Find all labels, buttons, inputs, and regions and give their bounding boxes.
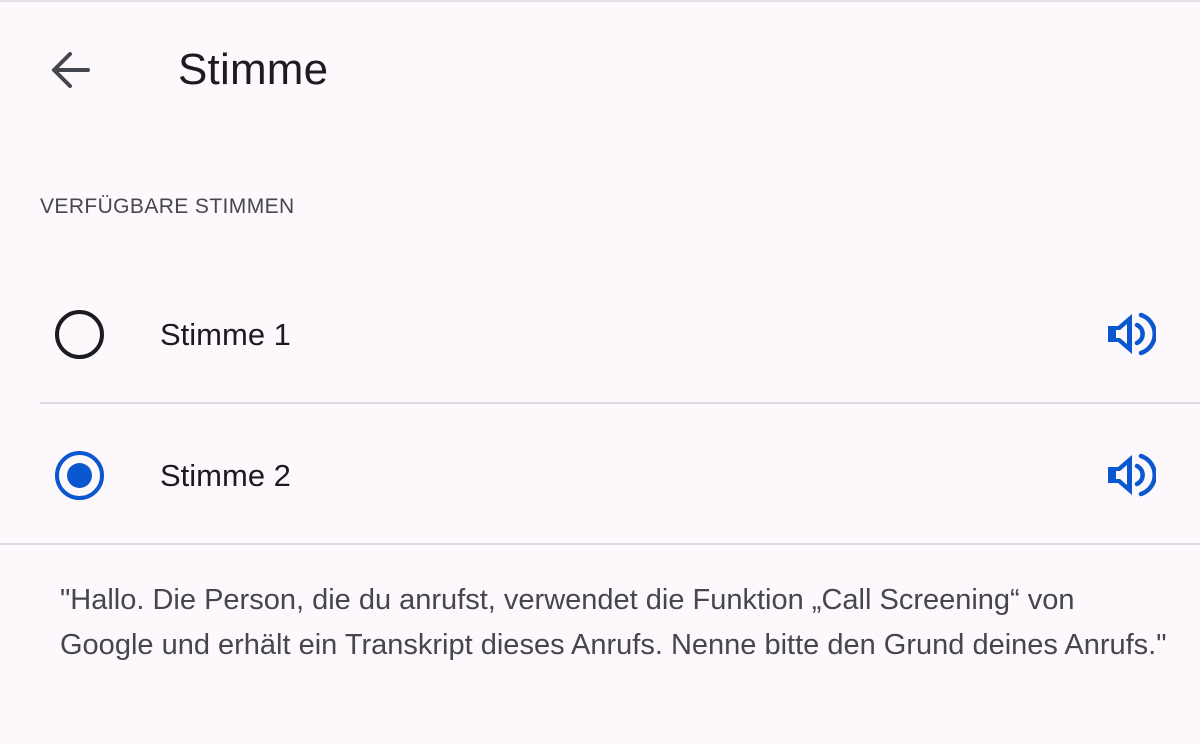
voice-option-1[interactable]: Stimme 1 [0, 264, 1200, 404]
volume-up-icon [1108, 453, 1156, 497]
divider [0, 543, 1200, 545]
radio-button-unselected[interactable] [55, 310, 104, 359]
volume-up-icon [1108, 312, 1156, 356]
arrow-back-icon [52, 52, 90, 88]
page-title: Stimme [178, 45, 329, 94]
play-voice-1-button[interactable] [1100, 304, 1162, 364]
back-button[interactable] [30, 40, 110, 100]
radio-selected-dot [67, 463, 92, 488]
app-bar: Stimme [0, 0, 1200, 140]
voice-label: Stimme 1 [160, 317, 291, 352]
radio-button-selected[interactable] [55, 451, 104, 500]
section-header-available-voices: VERFÜGBARE STIMMEN [40, 195, 295, 218]
voice-preview-text: "Hallo. Die Person, die du anrufst, verw… [60, 584, 1167, 661]
voice-option-2[interactable]: Stimme 2 [0, 405, 1200, 545]
voice-label: Stimme 2 [160, 458, 291, 493]
play-voice-2-button[interactable] [1100, 445, 1162, 505]
divider [40, 402, 1200, 404]
